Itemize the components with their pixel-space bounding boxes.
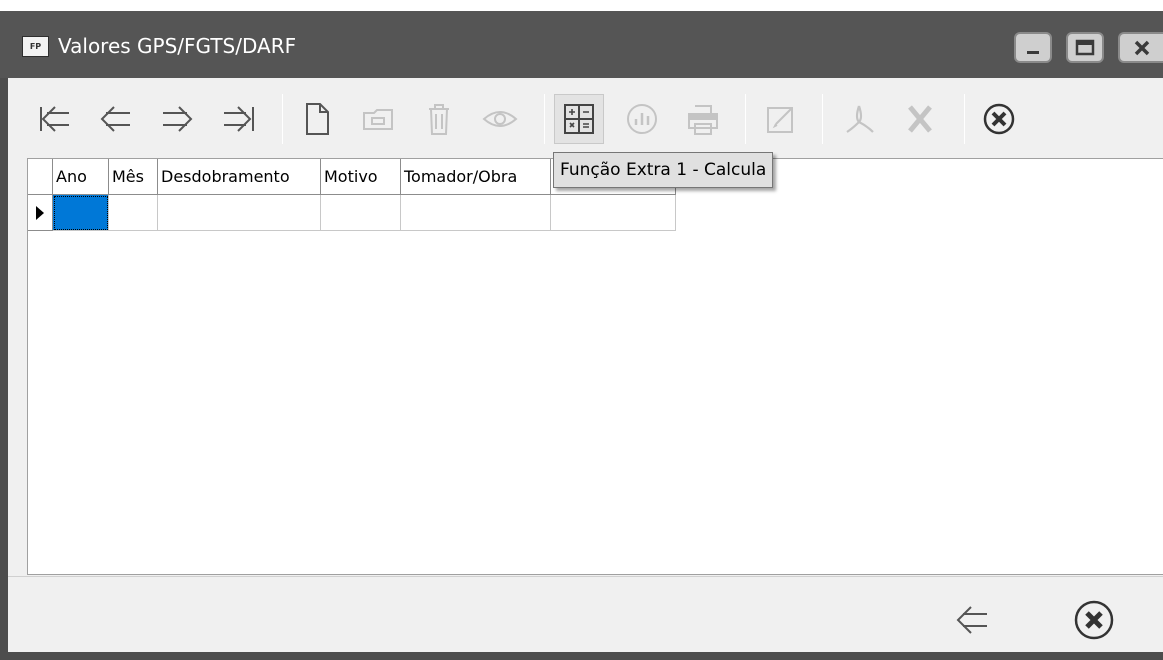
edit-record-button[interactable] [353,94,403,144]
grid-cell-c[interactable] [551,195,676,231]
maximize-icon [1075,39,1095,55]
column-header-ano[interactable]: Ano [53,159,109,195]
close-circle-icon [983,103,1015,135]
print-button[interactable] [678,94,728,144]
last-record-button[interactable] [213,94,263,144]
export-excel-button[interactable] [895,94,945,144]
new-document-icon [306,103,329,135]
grid-corner-header [28,159,53,195]
app-icon: FP [22,36,49,57]
app-window: FP Valores GPS/FGTS/DARF Ano Mês Desdobr… [0,11,1163,660]
first-record-icon [40,106,69,132]
new-record-button[interactable] [292,94,342,144]
maximize-button[interactable] [1066,32,1104,63]
extra-function-1-button[interactable] [554,94,604,144]
grid-cell-ano[interactable] [53,195,109,231]
row-indicator[interactable] [28,195,53,231]
row-pointer-icon [36,205,44,220]
column-header-mes[interactable]: Mês [109,159,158,195]
eye-icon [482,111,518,127]
minimize-button[interactable] [1014,32,1052,63]
back-button[interactable] [947,595,997,645]
grid-cell-desdobramento[interactable] [158,195,321,231]
toolbar-close-button[interactable] [974,94,1024,144]
chart-button[interactable] [617,94,667,144]
export-pdf-button[interactable] [834,94,884,144]
last-record-icon [224,106,254,132]
data-grid[interactable]: Ano Mês Desdobramento Motivo Tomador/Obr… [27,158,1163,575]
minimize-icon [1027,50,1039,54]
first-record-button[interactable] [30,94,80,144]
toolbar [8,78,1163,158]
window-close-button[interactable] [1118,32,1163,63]
column-header-motivo[interactable]: Motivo [321,159,401,195]
toolbar-separator [822,94,823,144]
grid-cell-tomador-obra[interactable] [401,195,551,231]
arrow-right-icon [163,106,193,132]
calculator-icon [564,104,594,134]
close-circle-icon [1074,600,1114,640]
column-header-desdobramento[interactable]: Desdobramento [158,159,321,195]
trash-icon [429,104,449,135]
close-icon [1134,40,1149,55]
toolbar-separator [282,94,283,144]
grid-cell-motivo[interactable] [321,195,401,231]
delete-record-button[interactable] [414,94,464,144]
folder-icon [363,109,393,130]
excel-icon [908,105,932,133]
cancel-button[interactable] [1069,595,1119,645]
view-record-button[interactable] [475,94,525,144]
grid-cell-mes[interactable] [109,195,158,231]
next-record-button[interactable] [152,94,202,144]
pdf-icon [846,105,874,133]
arrow-left-icon [956,606,987,634]
edit-note-button[interactable] [756,94,806,144]
edit-icon [767,107,793,133]
tooltip: Função Extra 1 - Calcula [553,152,774,188]
chart-icon [627,104,657,134]
title-bar[interactable]: FP Valores GPS/FGTS/DARF [0,11,1163,78]
toolbar-separator [964,94,965,144]
toolbar-separator [745,94,746,144]
toolbar-separator [544,94,545,144]
arrow-left-icon [100,106,130,132]
footer-bar [8,576,1163,652]
window-title: Valores GPS/FGTS/DARF [58,34,297,58]
column-header-tomador-obra[interactable]: Tomador/Obra [401,159,551,195]
previous-record-button[interactable] [91,94,141,144]
printer-icon [688,105,718,135]
